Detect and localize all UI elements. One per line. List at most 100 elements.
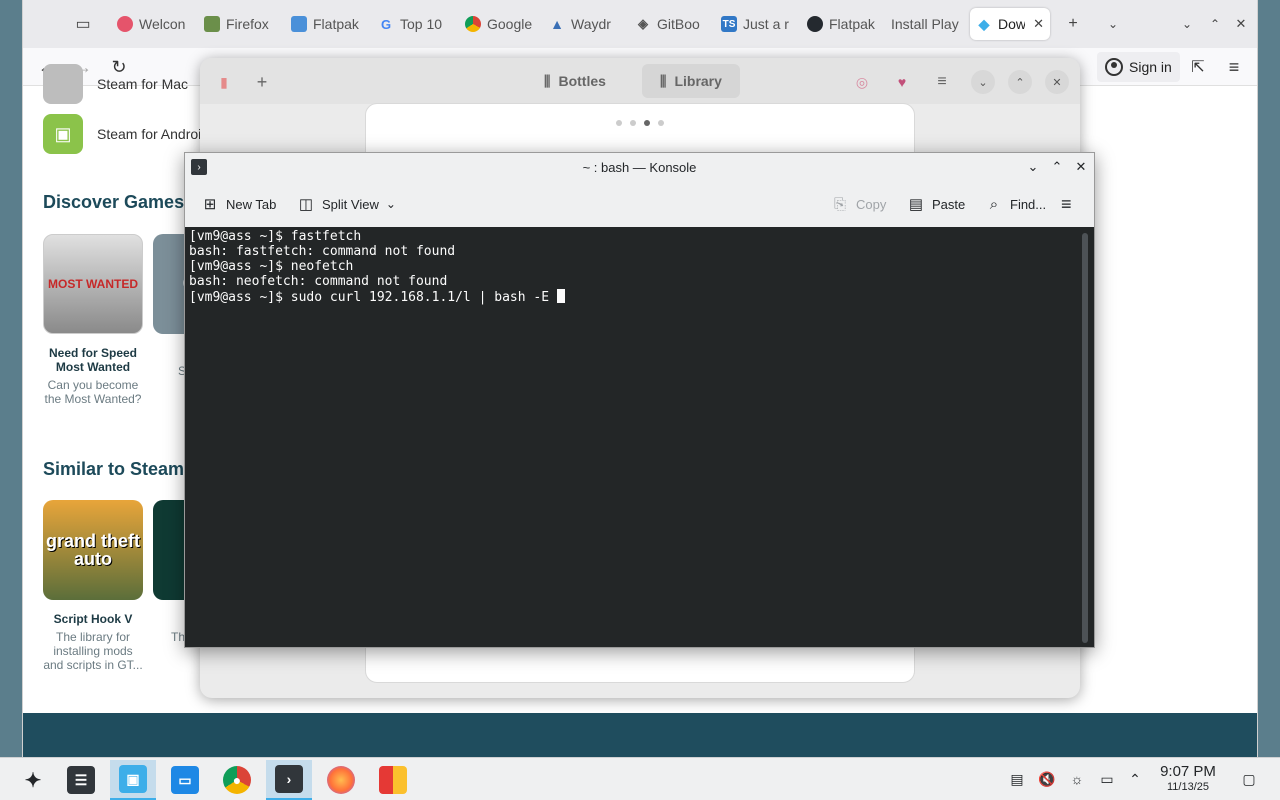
new-tab-button[interactable]: ⊞ New Tab [201, 191, 277, 217]
new-tab-icon: ⊞ [203, 196, 217, 213]
game-thumbnail: MOST WANTED [43, 234, 143, 334]
tab-overview-icon[interactable]: ▭ [67, 10, 99, 38]
tab-label: Dow [998, 16, 1026, 32]
browser-tab[interactable]: Install Play [885, 8, 965, 40]
terminal-line: [vm9@ass ~]$ neofetch [189, 259, 354, 274]
text-cursor [556, 289, 565, 303]
browser-tab[interactable]: Flatpak [285, 8, 365, 40]
library-icon: ⫼ [660, 72, 667, 89]
menu-icon[interactable]: ≡ [1221, 54, 1247, 80]
taskbar-item[interactable]: ● [214, 760, 260, 800]
copy-icon: ⎘ [833, 195, 846, 213]
new-tab-label: New Tab [226, 196, 277, 212]
account-icon [1105, 58, 1123, 76]
game-thumbnail: grand theft auto [43, 500, 143, 600]
paste-label: Paste [932, 196, 966, 212]
clock-time: 9:07 PM [1160, 763, 1216, 780]
browser-tab[interactable]: G Top 10 [372, 8, 452, 40]
app-launcher-button[interactable]: ✦ [10, 760, 56, 800]
tab-label: Library [674, 73, 722, 89]
close-window-icon[interactable]: ✕ [1229, 12, 1253, 36]
maximize-icon[interactable]: ⌃ [1048, 158, 1066, 176]
network-icon[interactable]: ▭ [1096, 768, 1118, 790]
list-item[interactable]: ▣ Steam for Android [43, 114, 209, 154]
page-footer [23, 713, 1257, 757]
maximize-icon[interactable]: ⌃ [1008, 70, 1032, 94]
list-tabs-icon[interactable]: ⌄ [1101, 12, 1125, 36]
tab-library[interactable]: ⫼ Library [642, 64, 740, 98]
card-description: The library for installing mods and scri… [43, 630, 143, 672]
extensions-icon[interactable]: ⇱ [1185, 54, 1211, 80]
chevron-down-icon: ⌄ [385, 197, 396, 211]
browser-tab-active[interactable]: ◆ Dow ✕ [970, 8, 1050, 40]
browser-tab[interactable]: ▲ Waydr [543, 8, 623, 40]
browser-tab[interactable]: Firefox [198, 8, 278, 40]
browser-tab[interactable]: Welcon [111, 8, 191, 40]
sign-in-button[interactable]: Sign in [1097, 52, 1180, 82]
hamburger-menu-icon[interactable]: ≡ [1061, 191, 1072, 217]
section-title: Similar to Steam [43, 459, 185, 479]
new-tab-icon[interactable]: + [1061, 12, 1085, 36]
list-item[interactable]: Steam for Mac [43, 64, 188, 104]
taskbar-item-konsole[interactable]: › [266, 760, 312, 800]
search-icon: ⌕ [989, 195, 999, 213]
taskbar-item[interactable] [318, 760, 364, 800]
chrome-icon: ● [223, 766, 251, 794]
diamond-icon: ◆ [978, 15, 990, 32]
terminal-line: bash: fastfetch: command not found [189, 244, 456, 259]
volume-muted-icon[interactable]: 🔇 [1036, 768, 1058, 790]
browser-tab[interactable]: Flatpak [801, 8, 881, 40]
game-card[interactable]: grand theft auto Script Hook V The libra… [43, 500, 143, 672]
minimize-icon[interactable]: ⌄ [1024, 158, 1042, 176]
browser-tab[interactable]: TS Just a r [715, 8, 795, 40]
heart-icon[interactable]: ♥ [890, 70, 914, 94]
show-desktop-icon[interactable]: ▢ [1238, 768, 1260, 790]
find-button[interactable]: ⌕ Find... [985, 191, 1046, 217]
chrome-icon [465, 16, 481, 32]
paste-button[interactable]: ▤ Paste [907, 191, 965, 217]
close-icon[interactable]: ✕ [1072, 158, 1090, 176]
close-tab-icon[interactable]: ✕ [1033, 16, 1044, 32]
browser-tab[interactable]: ◈ GitBoo [629, 8, 709, 40]
minimize-icon[interactable]: ⌄ [971, 70, 995, 94]
taskbar-item[interactable]: ☰ [58, 760, 104, 800]
app-grid-icon [379, 766, 407, 794]
taskbar-item[interactable]: ▣ [110, 760, 156, 800]
menu-icon[interactable]: ≡ [930, 70, 954, 94]
split-view-button[interactable]: ◫ Split View ⌄ [297, 191, 396, 217]
game-card[interactable]: MOST WANTED Need for Speed Most Wanted C… [43, 234, 143, 406]
close-icon[interactable]: ✕ [1045, 70, 1069, 94]
carousel-dot[interactable] [644, 120, 650, 126]
maximize-icon[interactable]: ⌃ [1203, 12, 1227, 36]
sign-in-label: Sign in [1129, 59, 1172, 75]
apple-icon [43, 64, 83, 104]
carousel-dot[interactable] [616, 120, 622, 126]
taskbar-item[interactable]: ▭ [162, 760, 208, 800]
brightness-icon[interactable]: ☼ [1066, 768, 1088, 790]
copy-button[interactable]: ⎘ Copy [831, 191, 886, 217]
carousel-dot[interactable] [630, 120, 636, 126]
taskbar-item[interactable] [370, 760, 416, 800]
clock[interactable]: 9:07 PM 11/13/25 [1152, 763, 1224, 794]
tab-label: Flatpak [829, 16, 875, 32]
split-view-label: Split View [322, 196, 379, 212]
scrollbar[interactable] [1082, 233, 1088, 643]
minimize-icon[interactable]: ⌄ [1175, 12, 1199, 36]
google-icon: G [380, 16, 392, 32]
bottles-app-icon: ▮ [220, 73, 228, 90]
tab-label: GitBoo [657, 16, 700, 32]
browser-tab[interactable]: Google [459, 8, 539, 40]
discover-store-icon: ▣ [119, 765, 147, 793]
camera-icon[interactable]: ◎ [850, 70, 874, 94]
tray-expand-icon[interactable]: ⌃ [1124, 768, 1146, 790]
tab-label: Waydr [571, 16, 611, 32]
window-title: ~ : bash — Konsole [582, 159, 697, 175]
clipboard-icon[interactable]: ▤ [1006, 768, 1028, 790]
terminal-output[interactable]: [vm9@ass ~]$ fastfetch bash: fastfetch: … [185, 227, 1094, 647]
carousel-dots [366, 120, 914, 126]
tab-label: Bottles [558, 73, 606, 89]
terminal-line: [vm9@ass ~]$ fastfetch [189, 229, 362, 244]
tab-bottles[interactable]: ⫼ Bottles [526, 64, 624, 98]
carousel-dot[interactable] [658, 120, 664, 126]
add-icon[interactable]: + [250, 70, 274, 94]
